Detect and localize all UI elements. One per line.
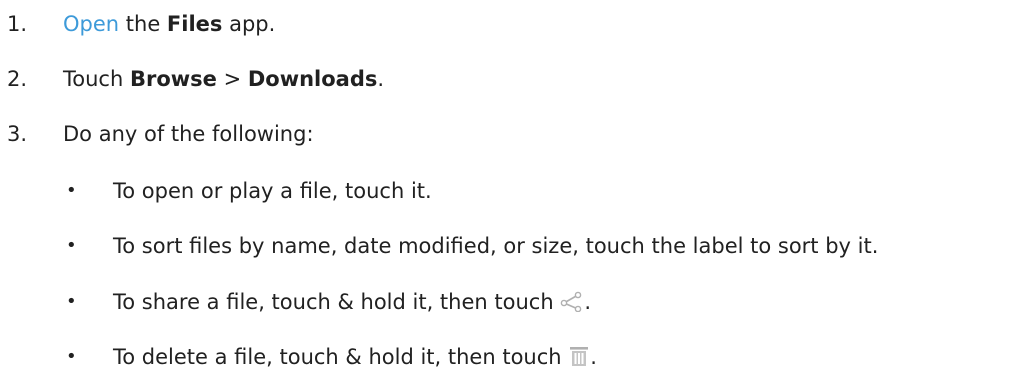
- share-icon: [560, 290, 584, 320]
- step-number: 2.: [7, 67, 28, 91]
- bullet-dot: •: [66, 235, 77, 256]
- bullet-text-part: .: [584, 290, 591, 314]
- bullet-dot: •: [66, 180, 77, 201]
- step-text-part: .: [377, 67, 385, 91]
- browse-label: Browse: [129, 67, 217, 91]
- step-number: 1.: [7, 12, 28, 36]
- instruction-list: 1. Open the Files app. 2. Touch Browse >…: [0, 0, 1016, 383]
- step-text-part: >: [216, 67, 248, 91]
- bullet-text-part: To share a file, touch & hold it, then t…: [113, 290, 561, 314]
- step-text-part: app.: [222, 12, 276, 36]
- bullet-dot: •: [66, 346, 77, 367]
- bullet-text: To delete a file, touch & hold it, then …: [113, 342, 597, 375]
- bullet-text: To open or play a file, touch it.: [113, 179, 432, 203]
- step-text: Touch Browse > Downloads.: [63, 64, 384, 94]
- step-text-part: Touch: [63, 67, 130, 91]
- open-link[interactable]: Open: [63, 12, 119, 36]
- step-text: Do any of the following:: [63, 122, 314, 146]
- bullet-text-part: To delete a file, touch & hold it, then …: [113, 345, 569, 369]
- step-text-part: the: [119, 12, 167, 36]
- step-text: Open the Files app.: [63, 9, 275, 39]
- files-app-name: Files: [166, 12, 223, 36]
- downloads-label: Downloads: [247, 67, 378, 91]
- bullet-dot: •: [66, 291, 77, 312]
- bullet-text: To sort files by name, date modified, or…: [113, 234, 879, 258]
- bullet-text: To share a file, touch & hold it, then t…: [113, 287, 591, 320]
- step-number: 3.: [7, 122, 28, 146]
- bullet-text-part: .: [590, 345, 597, 369]
- trash-icon: [568, 345, 590, 375]
